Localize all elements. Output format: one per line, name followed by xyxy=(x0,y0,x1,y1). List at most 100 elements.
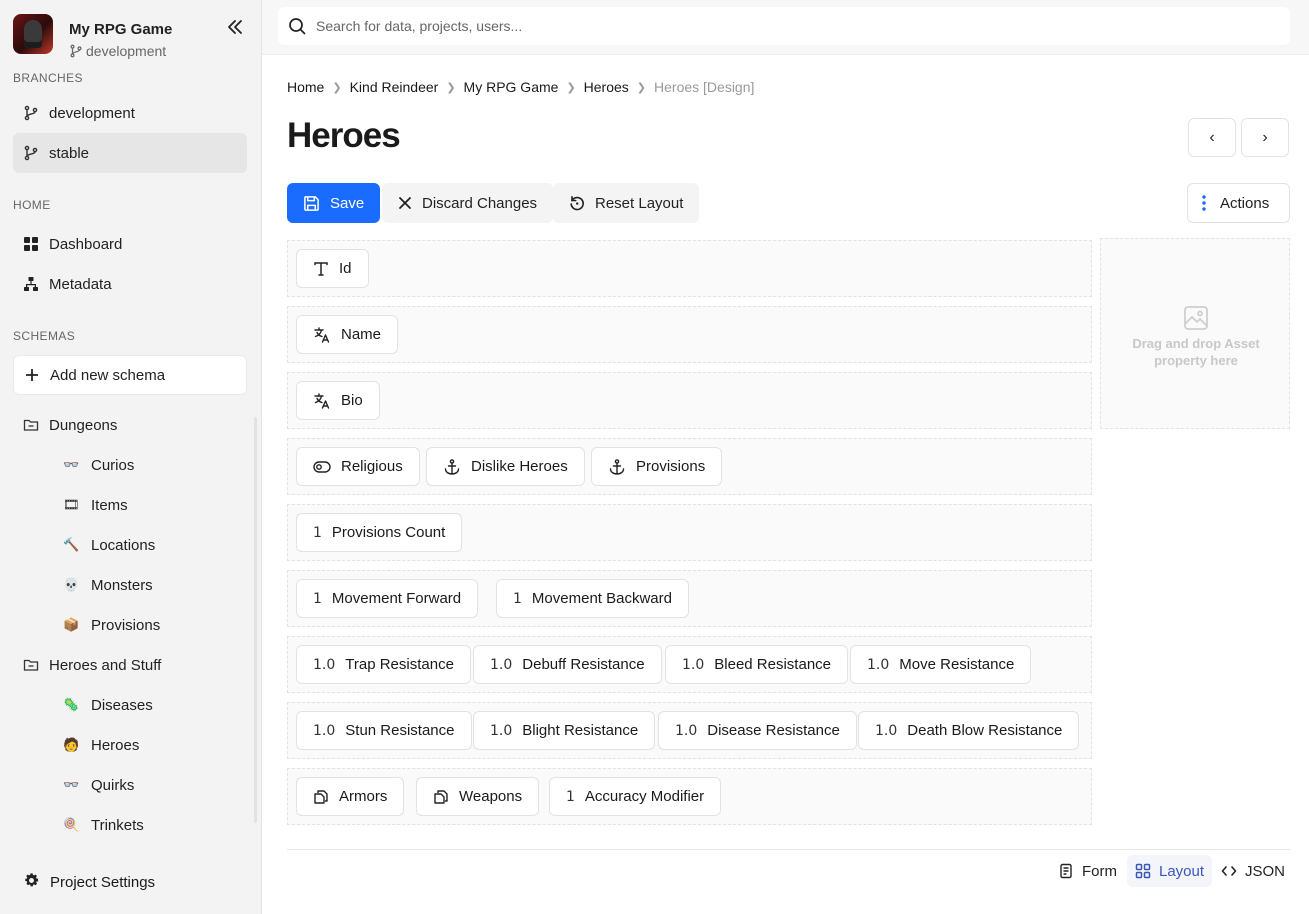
schema-item-provisions[interactable]: 📦 Provisions xyxy=(13,605,247,645)
actions-label: Actions xyxy=(1220,194,1270,212)
layout-row[interactable]: 1 Provisions Count xyxy=(287,504,1092,561)
schema-item-heroes[interactable]: 🧑 Heroes xyxy=(13,725,247,765)
asset-drop-zone[interactable]: Drag and drop Asset property here xyxy=(1100,238,1290,429)
tab-layout[interactable]: Layout xyxy=(1127,855,1213,887)
breadcrumb-schema[interactable]: Heroes xyxy=(584,79,629,95)
search-box[interactable] xyxy=(278,7,1290,45)
skull-icon: 💀 xyxy=(63,577,80,592)
decimal-type-icon: 1.0 xyxy=(490,722,513,739)
field-chip-bio[interactable]: Bio xyxy=(296,381,380,420)
plus-icon xyxy=(24,367,40,383)
field-chip-trap-resistance[interactable]: 1.0 Trap Resistance xyxy=(296,645,471,684)
layout-row[interactable]: Religious Dislike Heroes Provisions xyxy=(287,438,1092,495)
add-schema-label: Add new schema xyxy=(50,366,166,384)
branch-item-stable[interactable]: stable xyxy=(13,133,247,173)
field-label: Dislike Heroes xyxy=(471,458,568,475)
project-switcher[interactable]: My RPG Game development xyxy=(13,14,249,60)
field-chip-id[interactable]: Id xyxy=(296,249,369,288)
collapse-sidebar-icon[interactable] xyxy=(224,16,246,38)
layout-row[interactable]: 1 Movement Forward 1 Movement Backward xyxy=(287,570,1092,627)
field-chip-blight-resistance[interactable]: 1.0 Blight Resistance xyxy=(473,711,656,750)
film-icon: 🎞 xyxy=(63,497,80,512)
reference-list-icon xyxy=(433,789,449,805)
glasses-icon: 👓 xyxy=(63,457,80,472)
schema-item-curios[interactable]: 👓 Curios xyxy=(13,445,247,485)
folder-dungeons[interactable]: Dungeons xyxy=(13,405,247,445)
field-chip-accuracy-modifier[interactable]: 1 Accuracy Modifier xyxy=(549,777,722,816)
field-chip-provisions[interactable]: Provisions xyxy=(591,447,723,486)
field-chip-armors[interactable]: Armors xyxy=(296,777,405,816)
project-branch-label: development xyxy=(86,43,167,59)
layout-row[interactable]: 1.0 Stun Resistance 1.0 Blight Resistance … xyxy=(287,702,1092,759)
chevron-right-icon: ❯ xyxy=(446,81,456,94)
decimal-type-icon: 1.0 xyxy=(490,656,513,673)
layout-row[interactable]: Armors Weapons 1 Accuracy Modifier xyxy=(287,768,1092,825)
project-branch: development xyxy=(69,43,166,59)
integer-type-icon: 1 xyxy=(313,524,322,541)
add-schema-button[interactable]: Add new schema xyxy=(13,355,247,395)
breadcrumb-project[interactable]: My RPG Game xyxy=(464,79,559,95)
chevron-right-icon: › xyxy=(1262,128,1268,146)
project-settings-button[interactable]: Project Settings xyxy=(13,862,247,902)
glasses-icon: 👓 xyxy=(63,777,80,792)
project-name: My RPG Game xyxy=(69,21,173,38)
field-chip-religious[interactable]: Religious xyxy=(296,447,420,486)
field-chip-stun-resistance[interactable]: 1.0 Stun Resistance xyxy=(296,711,472,750)
discard-changes-button[interactable]: Discard Changes xyxy=(382,183,554,223)
project-avatar xyxy=(13,14,53,54)
breadcrumb-organization[interactable]: Kind Reindeer xyxy=(350,79,439,95)
next-button[interactable]: › xyxy=(1241,118,1289,157)
chevron-right-icon: ❯ xyxy=(332,81,342,94)
field-chip-movement-backward[interactable]: 1 Movement Backward xyxy=(496,579,689,618)
field-chip-weapons[interactable]: Weapons xyxy=(416,777,540,816)
sidebar-scrollbar[interactable] xyxy=(254,417,257,823)
breadcrumb-home[interactable]: Home xyxy=(287,79,324,95)
schema-item-locations[interactable]: 🔨 Locations xyxy=(13,525,247,565)
integer-type-icon: 1 xyxy=(513,590,522,607)
sidebar-item-metadata[interactable]: Metadata xyxy=(13,264,247,304)
field-label: Id xyxy=(339,260,352,277)
search-icon xyxy=(289,18,306,35)
sidebar-item-dashboard[interactable]: Dashboard xyxy=(13,224,247,264)
schema-label: Provisions xyxy=(91,616,161,634)
tab-label: JSON xyxy=(1245,862,1286,880)
field-label: Accuracy Modifier xyxy=(584,788,705,805)
tab-json[interactable]: JSON xyxy=(1213,855,1293,887)
save-button[interactable]: Save xyxy=(287,183,381,223)
home-section-label: HOME xyxy=(13,198,51,212)
branch-item-development[interactable]: development xyxy=(13,93,247,133)
folder-heroes-and-stuff[interactable]: Heroes and Stuff xyxy=(13,645,247,685)
field-chip-move-resistance[interactable]: 1.0 Move Resistance xyxy=(850,645,1032,684)
layout-row[interactable]: Name xyxy=(287,306,1092,363)
layout-row[interactable]: 1.0 Trap Resistance 1.0 Debuff Resistance … xyxy=(287,636,1092,693)
layout-grid-icon xyxy=(1135,863,1151,879)
field-chip-death-blow-resistance[interactable]: 1.0 Death Blow Resistance xyxy=(858,711,1080,750)
branch-icon xyxy=(23,145,39,161)
chevron-left-icon: ‹ xyxy=(1209,128,1215,146)
field-chip-name[interactable]: Name xyxy=(296,315,399,354)
schema-item-monsters[interactable]: 💀 Monsters xyxy=(13,565,247,605)
lollipop-icon: 🍭 xyxy=(63,817,80,832)
field-chip-movement-forward[interactable]: 1 Movement Forward xyxy=(296,579,479,618)
reset-layout-button[interactable]: Reset Layout xyxy=(553,183,700,223)
layout-row[interactable]: Bio xyxy=(287,372,1092,429)
schema-item-diseases[interactable]: 🦠 Diseases xyxy=(13,685,247,725)
layout-row[interactable]: Id xyxy=(287,240,1092,297)
field-label: Movement Forward xyxy=(331,590,462,607)
field-chip-debuff-resistance[interactable]: 1.0 Debuff Resistance xyxy=(473,645,662,684)
field-label: Movement Backward xyxy=(531,590,672,607)
tab-form[interactable]: Form xyxy=(1050,855,1125,887)
schema-item-trinkets[interactable]: 🍭 Trinkets xyxy=(13,805,247,845)
schema-item-quirks[interactable]: 👓 Quirks xyxy=(13,765,247,805)
field-label: Religious xyxy=(341,458,403,475)
field-chip-dislike-heroes[interactable]: Dislike Heroes xyxy=(426,447,585,486)
hierarchy-icon xyxy=(23,276,39,292)
field-chip-disease-resistance[interactable]: 1.0 Disease Resistance xyxy=(658,711,857,750)
search-input[interactable] xyxy=(316,18,1216,34)
schema-item-items[interactable]: 🎞 Items xyxy=(13,485,247,525)
field-label: Bio xyxy=(341,392,363,409)
field-chip-provisions-count[interactable]: 1 Provisions Count xyxy=(296,513,463,552)
previous-button[interactable]: ‹ xyxy=(1188,118,1236,157)
actions-button[interactable]: Actions xyxy=(1187,183,1290,223)
field-chip-bleed-resistance[interactable]: 1.0 Bleed Resistance xyxy=(665,645,848,684)
